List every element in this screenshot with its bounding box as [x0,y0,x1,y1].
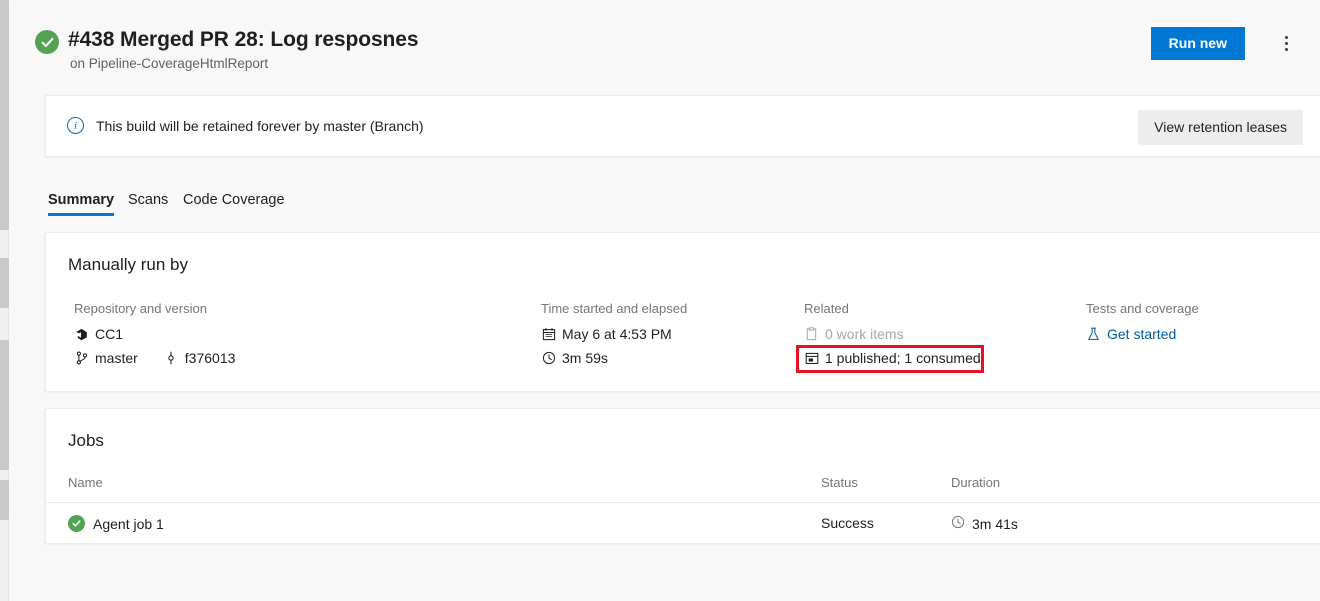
time-started-value: May 6 at 4:53 PM [562,326,672,342]
active-tab-underline [48,213,114,216]
run-summary-card: Manually run by Repository and version C… [45,232,1320,392]
azure-repos-icon [74,327,89,342]
time-started-row: May 6 at 4:53 PM [541,326,687,342]
scrollbar-thumb[interactable] [0,480,9,520]
time-heading: Time started and elapsed [541,301,687,316]
clock-icon [951,515,965,532]
tab-code-coverage-label: Code Coverage [183,192,285,208]
pipeline-run-page: #438 Merged PR 28: Log resposnes on Pipe… [10,0,1320,601]
repository-column: Repository and version CC1 [74,301,235,366]
branch-icon [74,351,89,366]
flask-icon [1086,327,1101,342]
commit-hash: f376013 [185,350,236,366]
success-check-icon [68,515,85,532]
retention-banner: i This build will be retained forever by… [45,95,1320,157]
pipeline-name-subtitle: on Pipeline-CoverageHtmlReport [70,56,268,71]
related-column: Related 0 work items [804,301,981,374]
tests-get-started-link[interactable]: Get started [1086,326,1199,342]
related-artifacts-value: 1 published; 1 consumed [825,350,981,366]
column-header-duration: Duration [951,475,1000,490]
artifact-icon [804,351,819,366]
scrollbar-thumb[interactable] [0,258,9,308]
scrollbar-thumb[interactable] [0,340,9,470]
related-artifacts-row[interactable]: 1 published; 1 consumed [804,350,981,366]
column-header-name: Name [68,475,103,490]
jobs-table-header: Name Status Duration [46,467,1320,503]
work-items-row[interactable]: 0 work items [804,326,981,342]
more-actions-icon[interactable] [1272,28,1300,58]
job-name-cell[interactable]: Agent job 1 [68,515,164,532]
ellipsis-dot [1285,42,1288,45]
time-elapsed-row: 3m 59s [541,350,687,366]
tab-scans-label: Scans [128,192,168,208]
work-items-value: 0 work items [825,326,904,342]
column-header-status: Status [821,475,858,490]
ellipsis-dot [1285,36,1288,39]
time-elapsed-value: 3m 59s [562,350,608,366]
time-column: Time started and elapsed May 6 at 4:53 P… [541,301,687,374]
repository-name: CC1 [95,326,123,342]
view-retention-leases-button[interactable]: View retention leases [1138,110,1303,145]
branch-commit-row: master f376013 [74,350,235,366]
tab-summary-label: Summary [48,192,114,208]
page-scrollbar[interactable] [0,0,9,601]
retention-message: This build will be retained forever by m… [96,118,424,134]
run-new-button[interactable]: Run new [1151,27,1245,60]
tab-scans[interactable]: Scans [128,176,168,224]
tests-column: Tests and coverage Get started [1086,301,1199,350]
job-duration-cell: 3m 41s [951,515,1018,532]
scrollbar-thumb[interactable] [0,0,9,230]
jobs-table: Name Status Duration Agent job 1 Success [46,467,1320,545]
branch-name: master [95,350,138,366]
ellipsis-dot [1285,48,1288,51]
page-title: #438 Merged PR 28: Log resposnes [68,28,418,52]
job-status-cell: Success [821,515,874,531]
calendar-icon [541,327,556,342]
clipboard-icon [804,327,819,342]
clock-icon [541,351,556,366]
branch-row[interactable]: master [74,350,138,366]
success-check-icon [35,30,59,54]
job-name-label: Agent job 1 [93,516,164,532]
jobs-card-title: Jobs [68,431,104,451]
job-duration-label: 3m 41s [972,516,1018,532]
tab-bar: Summary Scans Code Coverage [34,176,634,226]
tab-summary[interactable]: Summary [48,176,114,224]
repository-row[interactable]: CC1 [74,326,235,342]
jobs-card: Jobs Name Status Duration Agent job 1 Su… [45,408,1320,544]
run-header: #438 Merged PR 28: Log resposnes on Pipe… [10,0,1320,88]
table-row[interactable]: Agent job 1 Success 3m 41s [46,503,1320,545]
repository-heading: Repository and version [74,301,235,316]
commit-row[interactable]: f376013 [164,350,236,366]
summary-card-title: Manually run by [68,255,188,275]
tests-get-started-label: Get started [1107,326,1176,342]
tests-heading: Tests and coverage [1086,301,1199,316]
commit-icon [164,351,179,366]
tab-code-coverage[interactable]: Code Coverage [183,176,285,224]
related-heading: Related [804,301,981,316]
info-icon: i [67,117,84,134]
